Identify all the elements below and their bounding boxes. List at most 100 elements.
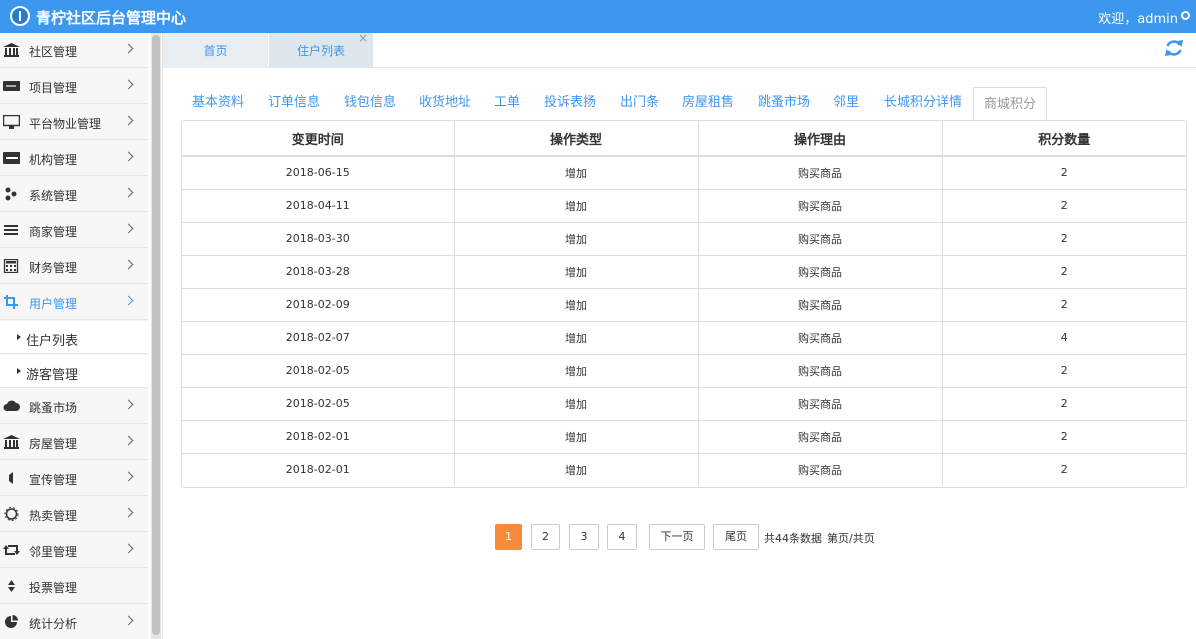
page-2-button[interactable]: 2 xyxy=(531,524,560,550)
sidebar-item-label: 机构管理 xyxy=(29,153,78,167)
top-header: 青柠社区后台管理中心 欢迎，admin xyxy=(0,0,1196,33)
sidebar-item-vote[interactable]: 投票管理 xyxy=(0,569,148,604)
tab-resident-list[interactable]: 住户列表 × xyxy=(269,31,373,68)
sidebar-item-label: 统计分析 xyxy=(29,617,78,631)
chevron-right-icon xyxy=(123,115,134,126)
subtab-complaint-praise[interactable]: 投诉表扬 xyxy=(544,86,596,120)
sidebar-subitem-label: 游客管理 xyxy=(26,368,79,383)
table-cell: 购买商品 xyxy=(698,222,943,256)
table-cell: 2 xyxy=(942,255,1186,289)
table-cell: 2 xyxy=(942,387,1186,421)
chevron-right-icon xyxy=(123,435,134,446)
card-icon xyxy=(3,81,20,91)
calculator-icon xyxy=(3,259,19,273)
subtab-order-info[interactable]: 订单信息 xyxy=(268,86,320,120)
sidebar-item-label: 财务管理 xyxy=(29,261,78,275)
chevron-right-icon xyxy=(123,187,134,198)
table-cell: 增加 xyxy=(454,189,699,223)
sidebar-item-project[interactable]: 项目管理 xyxy=(0,69,148,104)
subtab-work-order[interactable]: 工单 xyxy=(494,86,520,120)
column-header: 操作理由 xyxy=(698,121,943,157)
table-row: 2018-02-01 增加 购买商品 2 xyxy=(182,453,1186,486)
table-cell: 增加 xyxy=(454,354,699,388)
sidebar-subitem-resident-list[interactable]: 住户列表 xyxy=(0,321,148,354)
sidebar-item-label: 邻里管理 xyxy=(29,545,78,559)
table-cell: 2018-02-01 xyxy=(182,453,455,486)
page-4-button[interactable]: 4 xyxy=(607,524,637,550)
sidebar-item-statistics[interactable]: 统计分析 xyxy=(0,605,148,639)
scrollbar-thumb[interactable] xyxy=(152,35,160,635)
list-icon xyxy=(4,225,18,235)
table-cell: 增加 xyxy=(454,453,699,486)
subtab-mall-points[interactable]: 商城积分 xyxy=(973,87,1048,120)
sidebar-scrollbar[interactable] xyxy=(151,33,161,639)
divider xyxy=(162,33,163,639)
sidebar-item-finance[interactable]: 财务管理 xyxy=(0,249,148,284)
sun-icon xyxy=(4,507,19,521)
sidebar-item-label: 系统管理 xyxy=(29,189,78,203)
pie-chart-icon xyxy=(5,615,18,628)
table-cell: 2 xyxy=(942,156,1186,190)
sidebar-item-hot-sale[interactable]: 热卖管理 xyxy=(0,497,148,532)
gear-icon[interactable] xyxy=(1181,11,1190,20)
table-header-row: 变更时间 操作类型 操作理由 积分数量 xyxy=(182,121,1186,157)
subtab-shipping-address[interactable]: 收货地址 xyxy=(419,86,471,120)
sidebar-item-flea-market[interactable]: 跳蚤市场 xyxy=(0,389,148,424)
tab-home[interactable]: 首页 xyxy=(163,33,268,68)
sidebar-item-platform-property[interactable]: 平台物业管理 xyxy=(0,105,148,140)
sidebar-item-organization[interactable]: 机构管理 xyxy=(0,141,148,176)
table-cell: 2018-02-05 xyxy=(182,387,455,421)
close-icon[interactable]: × xyxy=(358,20,368,57)
table-cell: 购买商品 xyxy=(698,420,943,454)
subtab-exit-pass[interactable]: 出门条 xyxy=(620,86,659,120)
sidebar-subitem-visitor[interactable]: 游客管理 xyxy=(0,355,148,388)
chevron-right-icon xyxy=(123,151,134,162)
column-header: 积分数量 xyxy=(942,121,1186,157)
sidebar-item-merchant[interactable]: 商家管理 xyxy=(0,213,148,248)
sidebar-item-housing[interactable]: 房屋管理 xyxy=(0,425,148,460)
chevron-right-icon xyxy=(123,615,134,626)
sidebar-item-promotion[interactable]: 宣传管理 xyxy=(0,461,148,496)
sidebar-item-neighbor[interactable]: 邻里管理 xyxy=(0,533,148,568)
subtab-changcheng-points[interactable]: 长城积分详情 xyxy=(884,86,962,120)
table-cell: 2018-02-01 xyxy=(182,420,455,454)
last-page-button[interactable]: 尾页 xyxy=(713,524,759,550)
subtab-flea-market[interactable]: 跳蚤市场 xyxy=(758,86,810,120)
subtab-wallet-info[interactable]: 钱包信息 xyxy=(344,86,396,120)
page-1-button[interactable]: 1 xyxy=(495,524,522,550)
table-row: 2018-02-01 增加 购买商品 2 xyxy=(182,420,1186,454)
table-cell: 2 xyxy=(942,288,1186,322)
table-cell: 增加 xyxy=(454,321,699,355)
table-cell: 2 xyxy=(1060,463,1068,477)
sidebar-item-system[interactable]: 系统管理 xyxy=(0,177,148,212)
page-info: 第页/共页 xyxy=(827,532,875,545)
table-cell: 增加 xyxy=(454,156,699,190)
sidebar-item-user[interactable]: 用户管理 xyxy=(0,285,148,320)
page-3-button[interactable]: 3 xyxy=(569,524,599,550)
sidebar-item-label: 热卖管理 xyxy=(29,509,78,523)
crop-icon xyxy=(4,295,18,309)
subtab-basic-info[interactable]: 基本资料 xyxy=(192,86,244,120)
sidebar-item-label: 项目管理 xyxy=(29,81,78,95)
table-cell: 增加 xyxy=(454,255,699,289)
sidebar-item-label: 投票管理 xyxy=(29,581,78,595)
next-page-button[interactable]: 下一页 xyxy=(649,524,705,550)
welcome-user[interactable]: 欢迎，admin xyxy=(1098,8,1178,27)
table-row: 2018-02-05 增加 购买商品 2 xyxy=(182,354,1186,388)
sidebar-item-community[interactable]: 社区管理 xyxy=(0,33,148,68)
table-cell: 增加 xyxy=(454,420,699,454)
chevron-right-icon xyxy=(123,543,134,554)
table-row: 2018-02-05 增加 购买商品 2 xyxy=(182,387,1186,421)
refresh-icon[interactable] xyxy=(1164,38,1184,58)
subtab-house-rental[interactable]: 房屋租售 xyxy=(682,86,734,120)
chevron-right-icon xyxy=(123,471,134,482)
table-cell: 2018-03-30 xyxy=(182,222,455,256)
table-cell: 2018-04-11 xyxy=(182,189,455,223)
yelp-icon xyxy=(5,187,17,201)
caret-right-icon xyxy=(17,334,21,340)
chevron-right-icon xyxy=(123,223,134,234)
table-row: 2018-04-11 增加 购买商品 2 xyxy=(182,189,1186,223)
subtab-neighbor[interactable]: 邻里 xyxy=(833,86,859,120)
total-count: 共44条数据 xyxy=(764,532,822,545)
table-cell: 2018-06-15 xyxy=(182,156,455,190)
